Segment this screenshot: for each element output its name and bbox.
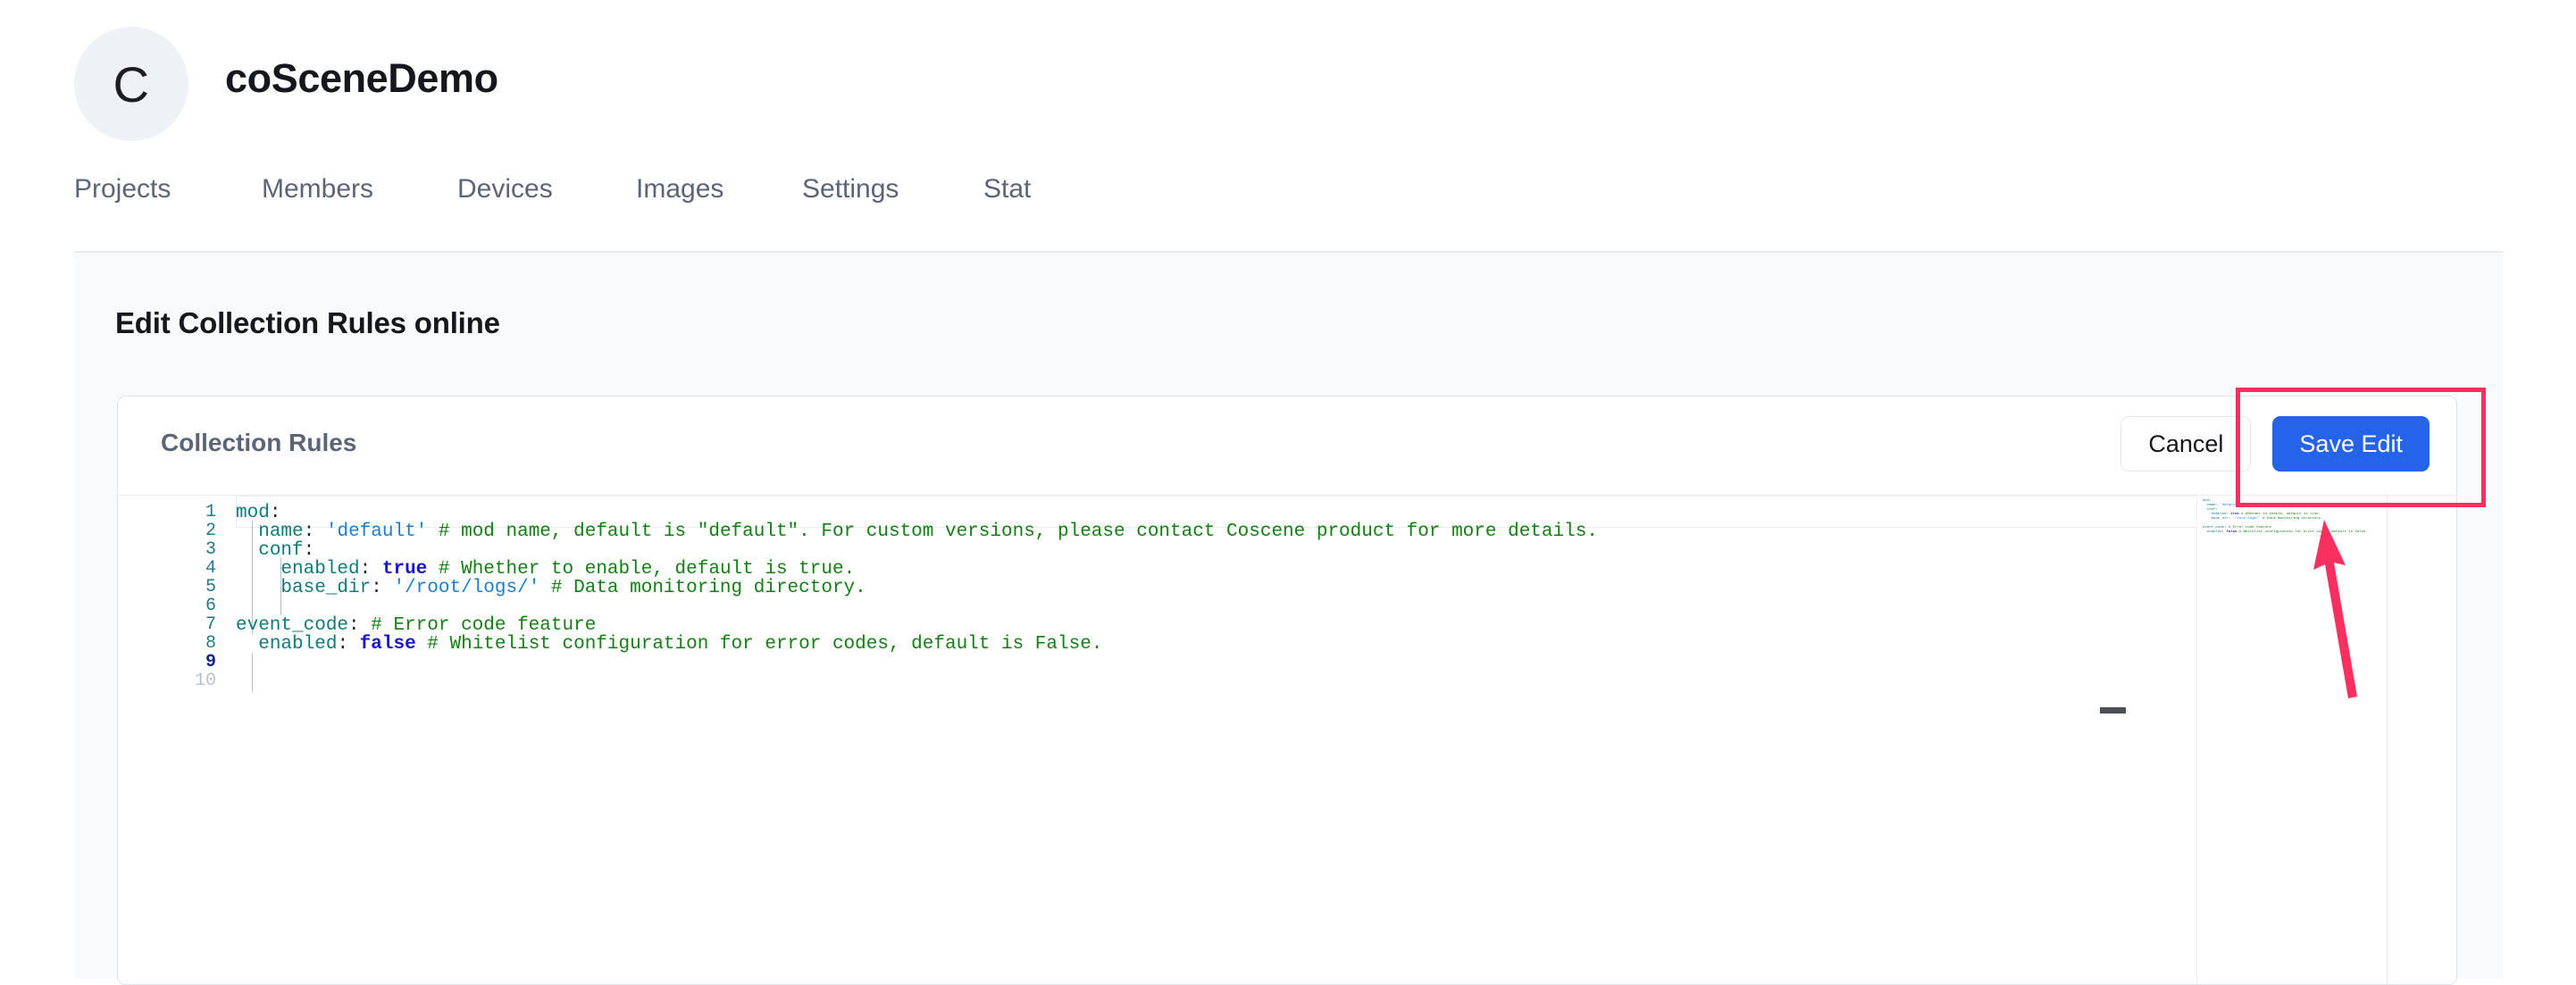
- editor-line: 1: [118, 502, 2456, 522]
- editor-line: 9: [118, 652, 2456, 672]
- code-line-1: mod:: [236, 503, 281, 523]
- avatar-letter: C: [113, 55, 150, 113]
- line-number: 4: [205, 558, 216, 579]
- line-number: 3: [205, 539, 216, 560]
- code-line-8: enabled: false # Whitelist configuration…: [258, 634, 1103, 655]
- line-number: 1: [205, 502, 216, 522]
- tab-members[interactable]: Members: [262, 171, 373, 207]
- editor-horizontal-scrollbar[interactable]: [2100, 707, 2126, 714]
- code-line-2: name: 'default' # mod name, default is "…: [258, 522, 1598, 542]
- content-panel: Edit Collection Rules online Collection …: [74, 253, 2503, 985]
- page-title: coSceneDemo: [225, 55, 498, 101]
- code-line-4: enabled: true # Whether to enable, defau…: [280, 559, 856, 580]
- card-header: Collection Rules Cancel Save Edit: [118, 397, 2456, 495]
- editor-line: 3: [118, 539, 2456, 560]
- code-line-7: event_code: # Error code feature: [236, 615, 597, 636]
- tab-settings[interactable]: Settings: [802, 171, 899, 207]
- editor-line: 10: [118, 671, 2456, 691]
- editor-line: 6: [118, 596, 2456, 616]
- tab-devices[interactable]: Devices: [457, 171, 553, 207]
- minimap-line: enabled: false # Whitelist configuration…: [2206, 530, 2368, 534]
- avatar: C: [74, 27, 188, 141]
- tab-images[interactable]: Images: [636, 171, 723, 207]
- tab-projects[interactable]: Projects: [74, 171, 171, 207]
- minimap-line: name: 'default' # mod name, default is "…: [2206, 504, 2388, 507]
- minimap-line: base_dir: '/root/logs/' # Data monitorin…: [2211, 517, 2323, 521]
- cancel-button[interactable]: Cancel: [2120, 416, 2252, 472]
- org-tab-bar: Projects Members Devices Images Settings…: [0, 171, 2576, 252]
- line-number: 2: [205, 521, 216, 541]
- line-number: 7: [205, 614, 216, 635]
- line-number: 6: [205, 596, 216, 616]
- line-number-active: 9: [205, 652, 216, 672]
- collection-rules-card: Collection Rules Cancel Save Edit 1 2 3 …: [117, 396, 2457, 985]
- org-header: C coSceneDemo Projects Members Devices I…: [0, 0, 2576, 253]
- card-title: Collection Rules: [161, 429, 357, 456]
- line-number: 8: [205, 633, 216, 654]
- code-line-5: base_dir: '/root/logs/' # Data monitorin…: [280, 578, 866, 598]
- code-editor[interactable]: 1 2 3 4 5 6 7 8 9 10 mod: name: 'default…: [118, 496, 2456, 984]
- save-edit-button[interactable]: Save Edit: [2272, 416, 2430, 472]
- editor-minimap[interactable]: mod: name: 'default' # mod name, default…: [2196, 496, 2388, 984]
- section-heading: Edit Collection Rules online: [115, 306, 500, 339]
- code-line-3: conf:: [258, 540, 315, 561]
- card-actions: Cancel Save Edit: [2120, 416, 2430, 472]
- tab-stat[interactable]: Stat: [983, 171, 1031, 207]
- line-number: 10: [194, 671, 216, 691]
- line-number: 5: [205, 577, 216, 597]
